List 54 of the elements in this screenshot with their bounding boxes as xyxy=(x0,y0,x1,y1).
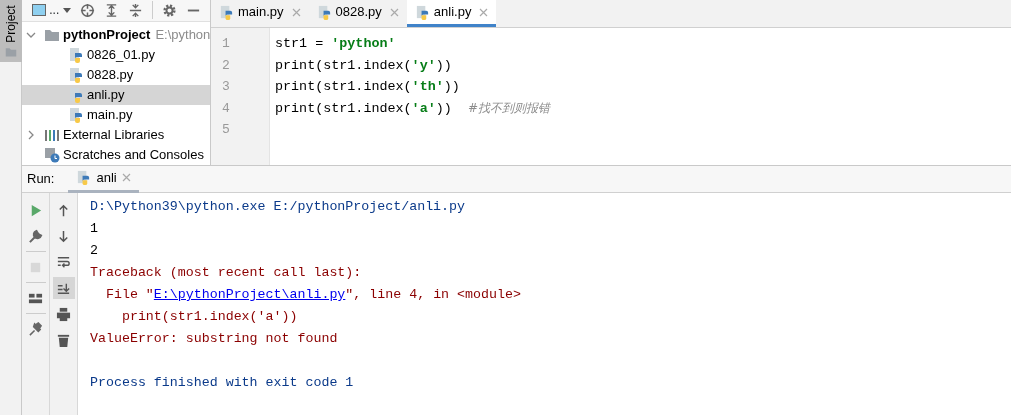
caret-icon xyxy=(62,7,71,13)
line-number: 5 xyxy=(221,121,231,139)
tree-item[interactable]: 0826_01.py xyxy=(22,45,210,65)
python-file-icon xyxy=(316,4,332,20)
scroll-to-end-button[interactable] xyxy=(52,277,75,299)
collapse-all-icon[interactable] xyxy=(127,2,143,18)
settings-icon[interactable] xyxy=(161,2,177,18)
editor-tab[interactable]: 0828.py xyxy=(308,0,407,27)
crosshair-icon[interactable] xyxy=(79,2,95,18)
view-mode-dropdown[interactable]: ... xyxy=(32,1,71,20)
console-line: print(str1.index('a')) xyxy=(120,308,299,326)
project-tool-tab[interactable]: Project xyxy=(0,0,22,62)
file-link[interactable]: E:\pythonProject\anli.py xyxy=(153,287,346,302)
line-number: 1 xyxy=(221,35,231,53)
libraries-icon xyxy=(44,127,60,143)
tree-item[interactable]: pythonProject E:\python xyxy=(22,25,210,45)
line-number: 3 xyxy=(221,78,231,96)
code-line: print(str1.index('y')) xyxy=(275,56,453,75)
expand-chevron-icon[interactable] xyxy=(26,130,36,140)
console-line: Process finished with exit code 1 xyxy=(90,374,355,392)
soft-wrap-icon xyxy=(56,254,71,270)
python-file-icon xyxy=(76,170,92,185)
python-file-icon xyxy=(68,67,84,83)
editor-tab[interactable]: anli.py xyxy=(406,0,497,27)
collapse-chevron-icon[interactable] xyxy=(26,30,36,40)
python-file-icon xyxy=(414,4,430,20)
tree-item[interactable]: anli.py xyxy=(22,85,210,105)
console-line: ValueError: substring not found xyxy=(90,330,339,348)
window-icon xyxy=(32,4,46,17)
tree-item[interactable]: 0828.py xyxy=(22,65,210,85)
run-label: Run: xyxy=(27,170,55,189)
tree-item[interactable]: main.py xyxy=(22,105,210,125)
python-file-icon xyxy=(68,47,84,63)
folder-icon xyxy=(44,27,60,43)
tree-item[interactable]: Scratches and Consoles xyxy=(22,145,210,165)
console-line: D:\Python39\python.exe E:/pythonProject/anli.py xyxy=(90,198,467,216)
console-line: 2 xyxy=(90,242,99,260)
line-number: 4 xyxy=(221,99,231,118)
python-file-icon xyxy=(68,107,84,123)
printer-icon xyxy=(56,306,71,322)
tree-item[interactable]: External Libraries xyxy=(22,125,210,145)
python-file-icon xyxy=(219,4,234,20)
console-line: Traceback (most recent call last): xyxy=(90,264,363,282)
code-line: print(str1.index('th')) xyxy=(275,78,461,96)
line-number: 2 xyxy=(221,56,231,75)
console-line: File "E:\pythonProject\anli.py", line 4, in <module> xyxy=(104,286,522,304)
code-line: print(str1.index('a')) #找不到则报错 xyxy=(275,99,550,118)
code-line: str1 = 'python' xyxy=(275,35,397,53)
python-file-icon xyxy=(68,87,84,103)
console-line: 1 xyxy=(90,220,99,238)
folder-icon xyxy=(5,46,17,58)
scratches-icon xyxy=(44,147,60,163)
trash-icon xyxy=(56,332,71,348)
editor-tab[interactable]: main.py xyxy=(211,0,309,27)
